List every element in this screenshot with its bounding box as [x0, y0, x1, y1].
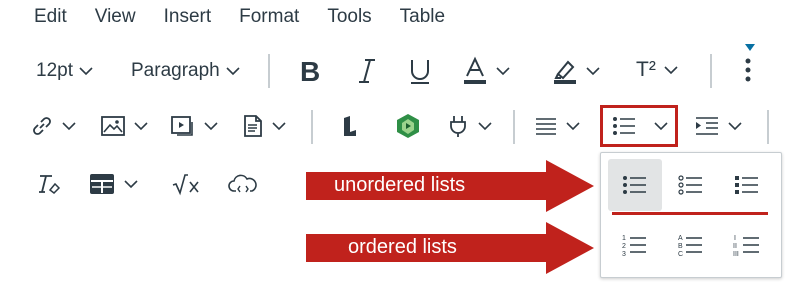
font-size-select[interactable]: 12pt: [36, 60, 93, 82]
text-color-button[interactable]: [462, 56, 510, 86]
menu-view[interactable]: View: [95, 6, 136, 28]
cloud-embed-icon: [228, 174, 257, 193]
toolbar-separator: [710, 54, 712, 88]
highlighter-icon: [554, 60, 576, 84]
document-button[interactable]: [242, 114, 286, 138]
link-icon: [33, 117, 51, 135]
highlight-color-button[interactable]: [552, 56, 600, 86]
divider-highlight-line: [612, 212, 768, 215]
superscript-button[interactable]: T²: [636, 58, 678, 82]
svg-text:A: A: [678, 235, 683, 242]
unordered-annotation-label: unordered lists: [334, 174, 466, 196]
menu-format[interactable]: Format: [239, 6, 299, 28]
block-format-value: Paragraph: [131, 60, 220, 81]
list-option-numbered[interactable]: 123: [608, 219, 662, 271]
bullet-list-icon: [623, 176, 646, 194]
more-vertical-icon: [745, 58, 751, 82]
circle-list-icon: [678, 175, 702, 195]
svg-text:1: 1: [622, 235, 626, 242]
menu-insert[interactable]: Insert: [164, 6, 212, 28]
table-icon: [90, 174, 114, 194]
chevron-down-icon: [586, 67, 600, 76]
alpha-list-icon: ABC: [678, 235, 702, 257]
clear-formatting-icon: [39, 175, 61, 194]
square-root-icon: [172, 174, 199, 196]
bold-icon: B: [300, 56, 320, 86]
equation-button[interactable]: [172, 172, 202, 196]
svg-text:B: B: [678, 243, 683, 250]
text-color-icon: [464, 56, 486, 84]
square-list-icon: [735, 176, 758, 194]
studio-logo-icon: [397, 114, 419, 138]
menu-tools[interactable]: Tools: [327, 6, 371, 28]
more-options-button[interactable]: [743, 56, 753, 84]
ordered-annotation-label: ordered lists: [348, 236, 457, 258]
toolbar-separator: [268, 54, 270, 88]
align-button[interactable]: [534, 114, 580, 138]
superscript-label: T²: [636, 58, 656, 81]
clear-formatting-button[interactable]: [36, 172, 62, 196]
list-option-circle[interactable]: [664, 159, 718, 211]
notification-triangle-icon: [745, 44, 755, 51]
chevron-down-icon: [204, 122, 218, 131]
lti-logo-icon: [344, 116, 356, 136]
svg-text:II: II: [733, 243, 737, 250]
list-option-roman[interactable]: I II III: [720, 219, 774, 271]
chevron-down-icon: [124, 180, 138, 189]
italic-button[interactable]: [356, 56, 378, 86]
list-option-bullet[interactable]: [608, 159, 662, 211]
chevron-down-icon: [62, 122, 76, 131]
toolbar-separator: [767, 110, 769, 144]
list-option-alpha[interactable]: ABC: [664, 219, 718, 271]
media-icon: [171, 116, 193, 136]
list-button-highlight: [600, 105, 678, 147]
chevron-down-icon: [478, 122, 492, 131]
image-icon: [101, 116, 125, 136]
underline-icon: [411, 60, 429, 84]
list-option-square[interactable]: [720, 159, 774, 211]
embed-button[interactable]: [228, 172, 258, 196]
italic-icon: [359, 59, 375, 83]
chevron-down-icon: [728, 122, 742, 131]
table-button[interactable]: [88, 172, 138, 196]
indent-icon: [696, 117, 718, 135]
block-format-select[interactable]: Paragraph: [131, 60, 240, 82]
svg-text:B: B: [300, 56, 320, 86]
chevron-down-icon: [496, 67, 510, 76]
media-button[interactable]: [170, 114, 218, 138]
lti-tool-button[interactable]: [340, 114, 360, 138]
bold-button[interactable]: B: [298, 56, 322, 86]
chevron-down-icon: [79, 67, 93, 76]
apps-plugin-button[interactable]: [446, 114, 492, 138]
svg-text:2: 2: [622, 243, 626, 250]
svg-text:I: I: [734, 235, 736, 242]
list-style-dropdown: 123 ABC I II III: [600, 152, 782, 278]
menu-edit[interactable]: Edit: [34, 6, 67, 28]
indent-button[interactable]: [694, 115, 742, 137]
chevron-down-icon: [566, 122, 580, 131]
svg-text:III: III: [733, 251, 739, 257]
media-tool-button[interactable]: [394, 112, 422, 140]
document-icon: [244, 115, 262, 137]
underline-button[interactable]: [408, 56, 432, 86]
numbered-list-icon: 123: [622, 235, 646, 257]
align-left-icon: [536, 118, 556, 135]
chevron-down-icon: [134, 122, 148, 131]
font-size-value: 12pt: [36, 60, 73, 81]
menubar: Edit View Insert Format Tools Table: [0, 0, 445, 34]
link-button[interactable]: [30, 114, 76, 138]
roman-list-icon: IIIIII: [733, 235, 759, 257]
svg-text:C: C: [678, 251, 683, 257]
toolbar-separator: [311, 110, 313, 144]
chevron-down-icon: [664, 66, 678, 75]
menu-table[interactable]: Table: [400, 6, 445, 28]
image-button[interactable]: [100, 114, 148, 138]
svg-text:3: 3: [622, 251, 626, 257]
chevron-down-icon: [272, 122, 286, 131]
chevron-down-icon: [226, 67, 240, 76]
toolbar-separator: [513, 110, 515, 144]
plug-icon: [450, 116, 466, 137]
